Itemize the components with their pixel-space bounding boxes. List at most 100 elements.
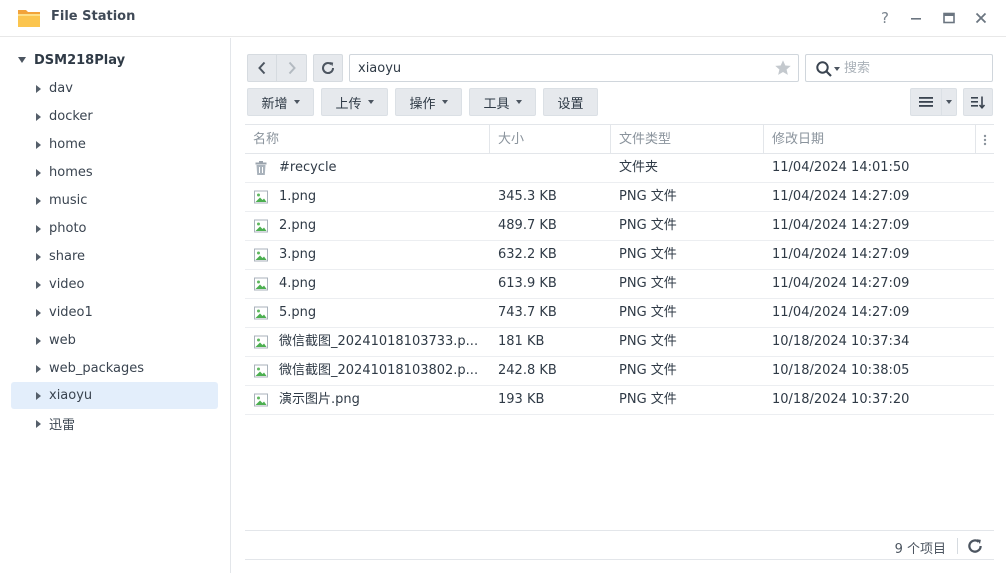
sidebar-item-video1[interactable]: video1 [11, 299, 218, 326]
file-type: PNG 文件 [619, 189, 677, 204]
caret-right-icon [36, 252, 41, 261]
upload-button[interactable]: 上传 [321, 88, 388, 116]
table-row[interactable]: 2.png 489.7 KB PNG 文件 11/04/2024 14:27:0… [245, 212, 994, 241]
create-button[interactable]: 新增 [247, 88, 314, 116]
list-view-button[interactable] [910, 88, 942, 116]
caret-right-icon [36, 391, 41, 400]
image-file-icon [254, 364, 268, 378]
sidebar-item-xiaoyu[interactable]: xiaoyu [11, 382, 218, 409]
maximize-icon [943, 12, 955, 24]
image-file-icon [254, 277, 268, 291]
upload-button-label: 上传 [335, 96, 362, 112]
action-button[interactable]: 操作 [395, 88, 462, 116]
table-row[interactable]: 微信截图_20241018103802.p... 242.8 KB PNG 文件… [245, 357, 994, 386]
table-row[interactable]: #recycle 文件夹 11/04/2024 14:01:50 [245, 154, 994, 183]
sidebar-item-xunlei[interactable]: 迅雷 [11, 410, 218, 437]
sidebar-item-web-packages[interactable]: web_packages [11, 355, 218, 382]
chevron-down-icon [515, 100, 522, 104]
item-count: 9 个项目 [894, 542, 946, 557]
list-header: 名称 大小 文件类型 修改日期 [245, 124, 994, 154]
chevron-left-icon [258, 61, 266, 75]
refresh-icon[interactable] [966, 537, 984, 555]
list-view-icon [919, 97, 933, 107]
close-button[interactable] [971, 8, 991, 28]
back-button[interactable] [247, 54, 277, 82]
sidebar-item-label: docker [49, 109, 93, 124]
path-field[interactable]: xiaoyu [349, 54, 799, 82]
file-modified: 10/18/2024 10:37:20 [772, 392, 910, 407]
table-row[interactable]: 4.png 613.9 KB PNG 文件 11/04/2024 14:27:0… [245, 270, 994, 299]
table-row[interactable]: 5.png 743.7 KB PNG 文件 11/04/2024 14:27:0… [245, 299, 994, 328]
sidebar-item-label: music [49, 193, 88, 208]
maximize-button[interactable] [939, 8, 959, 28]
file-modified: 11/04/2024 14:27:09 [772, 218, 910, 233]
file-name: 4.png [279, 276, 317, 291]
table-row[interactable]: 3.png 632.2 KB PNG 文件 11/04/2024 14:27:0… [245, 241, 994, 270]
caret-right-icon [36, 419, 41, 428]
caret-right-icon [36, 140, 41, 149]
file-name: #recycle [279, 160, 337, 175]
file-size: 743.7 KB [498, 305, 557, 320]
sidebar-item-label: video1 [49, 305, 93, 320]
sidebar-item-music[interactable]: music [11, 187, 218, 214]
column-header-name[interactable]: 名称 [245, 125, 490, 154]
sort-button[interactable] [963, 88, 993, 116]
star-icon[interactable] [774, 59, 792, 77]
caret-right-icon [36, 84, 41, 93]
file-size: 242.8 KB [498, 363, 557, 378]
file-size: 489.7 KB [498, 218, 557, 233]
sidebar-item-home[interactable]: home [11, 131, 218, 158]
chevron-down-icon [367, 100, 374, 104]
trash-icon [255, 161, 267, 175]
sidebar-item-photo[interactable]: photo [11, 215, 218, 242]
title-bar: File Station ? [0, 0, 1006, 37]
caret-right-icon [36, 196, 41, 205]
search-box[interactable] [805, 54, 993, 82]
file-name: 1.png [279, 189, 317, 204]
file-name: 微信截图_20241018103802.p... [279, 363, 479, 378]
more-vertical-icon [983, 134, 987, 145]
caret-right-icon [36, 336, 41, 345]
tree-root-dsm218play[interactable]: DSM218Play [18, 51, 125, 69]
minimize-button[interactable] [906, 8, 926, 28]
caret-right-icon [36, 308, 41, 317]
help-button[interactable]: ? [875, 8, 895, 28]
file-type: PNG 文件 [619, 305, 677, 320]
folder-icon [18, 10, 40, 27]
column-header-modified[interactable]: 修改日期 [764, 125, 976, 154]
sidebar-item-label: xiaoyu [49, 388, 93, 403]
tools-button[interactable]: 工具 [469, 88, 536, 116]
settings-button[interactable]: 设置 [543, 88, 598, 116]
table-row[interactable]: 1.png 345.3 KB PNG 文件 11/04/2024 14:27:0… [245, 183, 994, 212]
status-bar: 9 个项目 [245, 530, 994, 560]
sidebar-item-dav[interactable]: dav [11, 75, 218, 102]
sidebar-item-docker[interactable]: docker [11, 103, 218, 130]
column-header-size[interactable]: 大小 [490, 125, 611, 154]
file-name: 5.png [279, 305, 317, 320]
sidebar-item-video[interactable]: video [11, 271, 218, 298]
column-options-button[interactable] [976, 125, 994, 154]
table-row[interactable]: 微信截图_20241018103733.p... 181 KB PNG 文件 1… [245, 328, 994, 357]
image-file-icon [254, 190, 268, 204]
column-header-type[interactable]: 文件类型 [611, 125, 764, 154]
refresh-button[interactable] [313, 54, 343, 82]
sidebar-item-share[interactable]: share [11, 243, 218, 270]
chevron-down-icon[interactable] [834, 67, 840, 71]
sort-icon [971, 96, 986, 109]
caret-right-icon [36, 168, 41, 177]
sidebar-item-label: 迅雷 [49, 418, 76, 433]
caret-right-icon [36, 224, 41, 233]
forward-button[interactable] [277, 54, 307, 82]
search-icon[interactable] [815, 60, 833, 78]
sidebar-item-label: dav [49, 81, 73, 96]
sidebar-item-homes[interactable]: homes [11, 159, 218, 186]
file-name: 微信截图_20241018103733.p... [279, 334, 479, 349]
file-type: PNG 文件 [619, 218, 677, 233]
sidebar-item-web[interactable]: web [11, 327, 218, 354]
file-modified: 11/04/2024 14:27:09 [772, 247, 910, 262]
search-input[interactable] [844, 59, 984, 77]
table-row[interactable]: 演示图片.png 193 KB PNG 文件 10/18/2024 10:37:… [245, 386, 994, 415]
view-mode-dropdown[interactable] [942, 88, 957, 116]
sidebar-item-label: homes [49, 165, 93, 180]
chevron-down-icon [946, 100, 952, 104]
